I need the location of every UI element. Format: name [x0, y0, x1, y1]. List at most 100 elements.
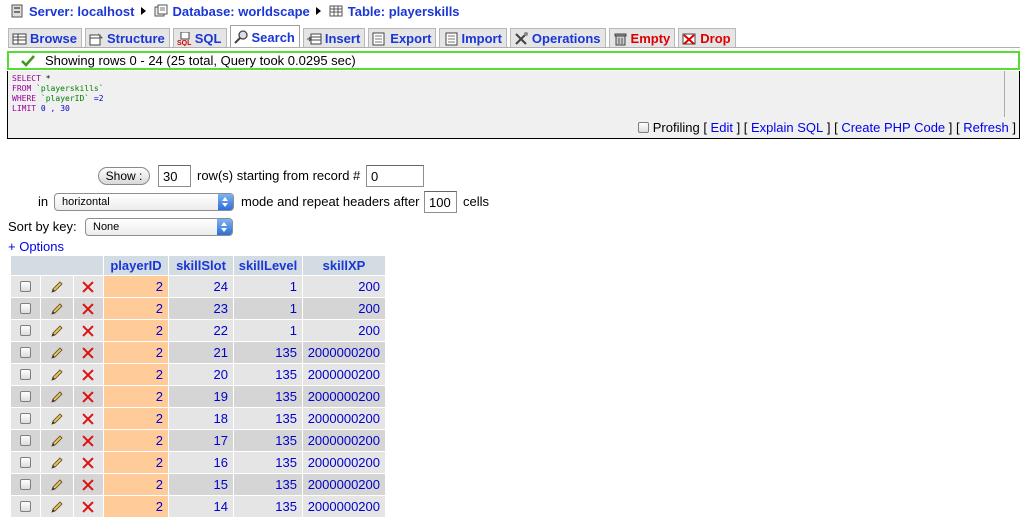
table-cell-playerid[interactable]: 2: [104, 364, 168, 385]
table-cell-skilllevel[interactable]: 135: [234, 342, 302, 363]
table-cell-playerid[interactable]: 2: [104, 430, 168, 451]
table-cell-skillslot[interactable]: 16: [169, 452, 233, 473]
table-cell-playerid[interactable]: 2: [104, 496, 168, 517]
edit-pencil-icon[interactable]: [50, 456, 64, 470]
sql-scrollbar[interactable]: [1004, 71, 1005, 117]
table-cell-playerid[interactable]: 2: [104, 474, 168, 495]
options-link[interactable]: + Options: [8, 239, 64, 254]
edit-pencil-icon[interactable]: [50, 434, 64, 448]
table-cell-skillxp[interactable]: 2000000200: [303, 430, 385, 451]
table-cell-skillxp[interactable]: 2000000200: [303, 386, 385, 407]
table-cell-skillxp[interactable]: 2000000200: [303, 496, 385, 517]
sort-by-key-select[interactable]: None: [85, 218, 233, 236]
table-cell-skilllevel[interactable]: 135: [234, 496, 302, 517]
show-button[interactable]: Show :: [98, 167, 150, 185]
table-cell-skillxp[interactable]: 2000000200: [303, 452, 385, 473]
table-cell-skillxp[interactable]: 2000000200: [303, 474, 385, 495]
edit-pencil-icon[interactable]: [50, 280, 64, 294]
row-checkbox[interactable]: [20, 479, 32, 490]
table-cell-skillxp[interactable]: 2000000200: [303, 342, 385, 363]
sql-query-text[interactable]: SELECT * FROM `playerskills` WHERE `play…: [12, 74, 1002, 120]
table-cell-playerid[interactable]: 2: [104, 386, 168, 407]
column-header-skillslot[interactable]: skillSlot: [169, 256, 233, 275]
tab-sql[interactable]: SQL SQL: [172, 28, 227, 48]
delete-x-icon[interactable]: [82, 435, 94, 447]
tab-drop[interactable]: Drop: [678, 28, 736, 48]
row-checkbox[interactable]: [20, 369, 32, 380]
row-checkbox[interactable]: [20, 347, 32, 358]
repeat-headers-input[interactable]: 100: [424, 191, 457, 213]
edit-pencil-icon[interactable]: [50, 302, 64, 316]
table-cell-skillslot[interactable]: 23: [169, 298, 233, 319]
profiling-checkbox[interactable]: [638, 122, 650, 133]
table-cell-skillslot[interactable]: 22: [169, 320, 233, 341]
breadcrumb-table[interactable]: Table: playerskills: [329, 4, 460, 19]
table-cell-playerid[interactable]: 2: [104, 276, 168, 297]
tab-import[interactable]: Import: [439, 28, 507, 48]
edit-pencil-icon[interactable]: [50, 412, 64, 426]
table-cell-skillxp[interactable]: 200: [303, 298, 385, 319]
tab-browse[interactable]: Browse: [8, 28, 82, 48]
tab-search[interactable]: Search: [229, 25, 300, 48]
delete-x-icon[interactable]: [82, 479, 94, 491]
delete-x-icon[interactable]: [82, 413, 94, 425]
delete-x-icon[interactable]: [82, 457, 94, 469]
table-cell-skillslot[interactable]: 24: [169, 276, 233, 297]
table-cell-skillxp[interactable]: 200: [303, 320, 385, 341]
table-cell-skilllevel[interactable]: 135: [234, 386, 302, 407]
table-cell-skilllevel[interactable]: 1: [234, 276, 302, 297]
column-header-playerid[interactable]: playerID: [104, 256, 168, 275]
table-cell-skillslot[interactable]: 21: [169, 342, 233, 363]
tab-export[interactable]: Export: [368, 28, 437, 48]
table-cell-skilllevel[interactable]: 135: [234, 408, 302, 429]
edit-pencil-icon[interactable]: [50, 478, 64, 492]
display-mode-select[interactable]: horizontal: [54, 193, 234, 211]
delete-x-icon[interactable]: [82, 369, 94, 381]
explain-sql-link[interactable]: Explain SQL: [751, 120, 823, 135]
refresh-link[interactable]: Refresh: [963, 120, 1009, 135]
edit-pencil-icon[interactable]: [50, 368, 64, 382]
row-checkbox[interactable]: [20, 501, 32, 512]
edit-pencil-icon[interactable]: [50, 390, 64, 404]
table-cell-skillxp[interactable]: 200: [303, 276, 385, 297]
row-checkbox[interactable]: [20, 413, 32, 424]
table-cell-skilllevel[interactable]: 135: [234, 452, 302, 473]
column-header-skillxp[interactable]: skillXP: [303, 256, 385, 275]
table-cell-skilllevel[interactable]: 135: [234, 430, 302, 451]
edit-pencil-icon[interactable]: [50, 324, 64, 338]
tab-insert[interactable]: Insert: [302, 28, 366, 48]
table-cell-playerid[interactable]: 2: [104, 320, 168, 341]
tab-structure[interactable]: Structure: [84, 28, 170, 48]
table-cell-skillxp[interactable]: 2000000200: [303, 408, 385, 429]
table-cell-skillslot[interactable]: 15: [169, 474, 233, 495]
edit-pencil-icon[interactable]: [50, 346, 64, 360]
table-cell-skilllevel[interactable]: 1: [234, 298, 302, 319]
table-cell-skilllevel[interactable]: 135: [234, 474, 302, 495]
breadcrumb-database[interactable]: Database: worldscape: [154, 4, 310, 19]
delete-x-icon[interactable]: [82, 391, 94, 403]
table-cell-skillslot[interactable]: 20: [169, 364, 233, 385]
row-checkbox[interactable]: [20, 303, 32, 314]
breadcrumb-server[interactable]: Server: localhost: [10, 4, 135, 19]
delete-x-icon[interactable]: [82, 281, 94, 293]
row-checkbox[interactable]: [20, 391, 32, 402]
edit-sql-link[interactable]: Edit: [711, 120, 733, 135]
delete-x-icon[interactable]: [82, 303, 94, 315]
tab-operations[interactable]: Operations: [509, 28, 606, 48]
row-checkbox[interactable]: [20, 435, 32, 446]
start-record-input[interactable]: 0: [366, 165, 424, 187]
table-cell-skilllevel[interactable]: 1: [234, 320, 302, 341]
row-checkbox[interactable]: [20, 457, 32, 468]
edit-pencil-icon[interactable]: [50, 500, 64, 514]
column-header-skilllevel[interactable]: skillLevel: [234, 256, 302, 275]
rows-count-input[interactable]: 30: [158, 165, 191, 187]
table-cell-skillslot[interactable]: 19: [169, 386, 233, 407]
row-checkbox[interactable]: [20, 325, 32, 336]
delete-x-icon[interactable]: [82, 347, 94, 359]
table-cell-playerid[interactable]: 2: [104, 408, 168, 429]
table-cell-skillslot[interactable]: 14: [169, 496, 233, 517]
table-cell-skillslot[interactable]: 18: [169, 408, 233, 429]
table-cell-skillslot[interactable]: 17: [169, 430, 233, 451]
table-cell-skillxp[interactable]: 2000000200: [303, 364, 385, 385]
row-checkbox[interactable]: [20, 281, 32, 292]
